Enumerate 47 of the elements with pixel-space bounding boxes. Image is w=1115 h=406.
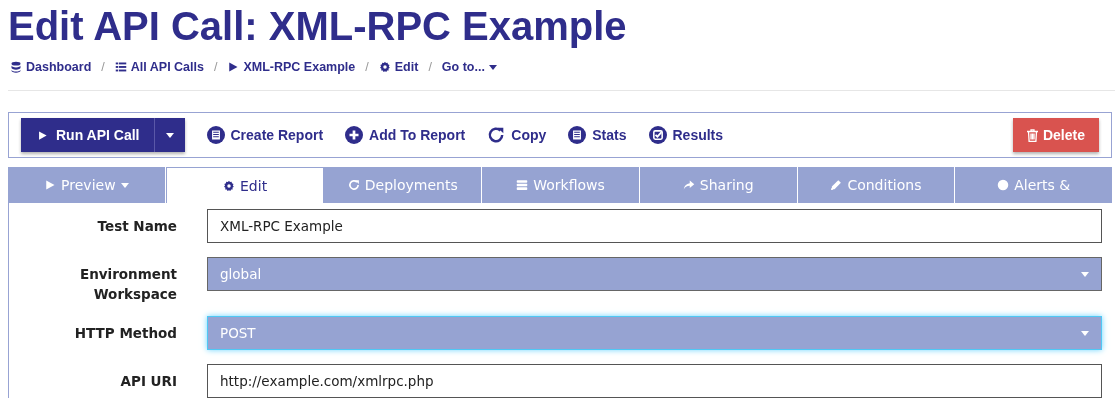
refresh-icon — [487, 126, 506, 144]
list-icon — [114, 61, 127, 73]
input-field[interactable]: http://example.com/xmlrpc.php — [207, 364, 1102, 398]
dropdown-button[interactable] — [154, 118, 185, 152]
delete-button[interactable]: Delete — [1012, 118, 1099, 152]
breadcrumb-link[interactable]: Edit — [378, 60, 419, 74]
play-icon — [44, 179, 57, 191]
trash-icon — [1026, 128, 1038, 142]
share-arrow-icon — [682, 179, 695, 191]
play-icon — [37, 129, 48, 141]
caret-icon — [488, 64, 497, 70]
plus-icon — [345, 126, 364, 144]
toolbar-button[interactable]: Copy — [487, 126, 547, 144]
server-icon — [516, 179, 529, 191]
tab[interactable]: Edit — [165, 167, 325, 203]
breadcrumb-link[interactable]: All API Calls — [114, 60, 204, 74]
document-icon — [206, 126, 225, 144]
document-icon — [568, 126, 587, 144]
field-label: API URI — [119, 372, 177, 391]
caret-icon — [1081, 330, 1089, 336]
checkbox-icon — [648, 126, 667, 144]
page-title: Edit API Call: XML-RPC Example — [7, 3, 628, 50]
caret-icon — [120, 182, 129, 188]
pencil-icon — [830, 179, 843, 191]
toolbar-button[interactable]: Create Report — [206, 126, 324, 144]
breadcrumb-separator: / — [213, 60, 218, 74]
toolbar-button[interactable]: Stats — [568, 126, 627, 144]
run-button[interactable]: Run API Call — [21, 118, 155, 152]
menu-link[interactable]: Go to... — [441, 60, 497, 74]
field-label: Environment Workspace — [78, 265, 177, 304]
gear-icon — [223, 179, 235, 192]
field-label: HTTP Method — [73, 324, 177, 343]
toolbar-button[interactable]: Add To Report — [345, 126, 466, 144]
caret-icon — [1081, 271, 1089, 277]
gear-icon — [378, 61, 391, 73]
breadcrumb-link[interactable]: Dashboard — [10, 60, 92, 74]
input-field[interactable]: XML-RPC Example — [207, 209, 1102, 243]
refresh-icon — [347, 179, 360, 191]
field-label: Test Name — [96, 217, 177, 236]
breadcrumb-link[interactable]: XML-RPC Example — [227, 60, 356, 74]
database-icon — [10, 61, 22, 73]
breadcrumb-separator: / — [428, 60, 432, 74]
caret-icon — [165, 132, 174, 138]
breadcrumb-separator: / — [101, 60, 105, 74]
toolbar-button[interactable]: Results — [648, 126, 724, 144]
play-icon — [227, 61, 240, 73]
breadcrumb-separator: / — [365, 60, 369, 74]
